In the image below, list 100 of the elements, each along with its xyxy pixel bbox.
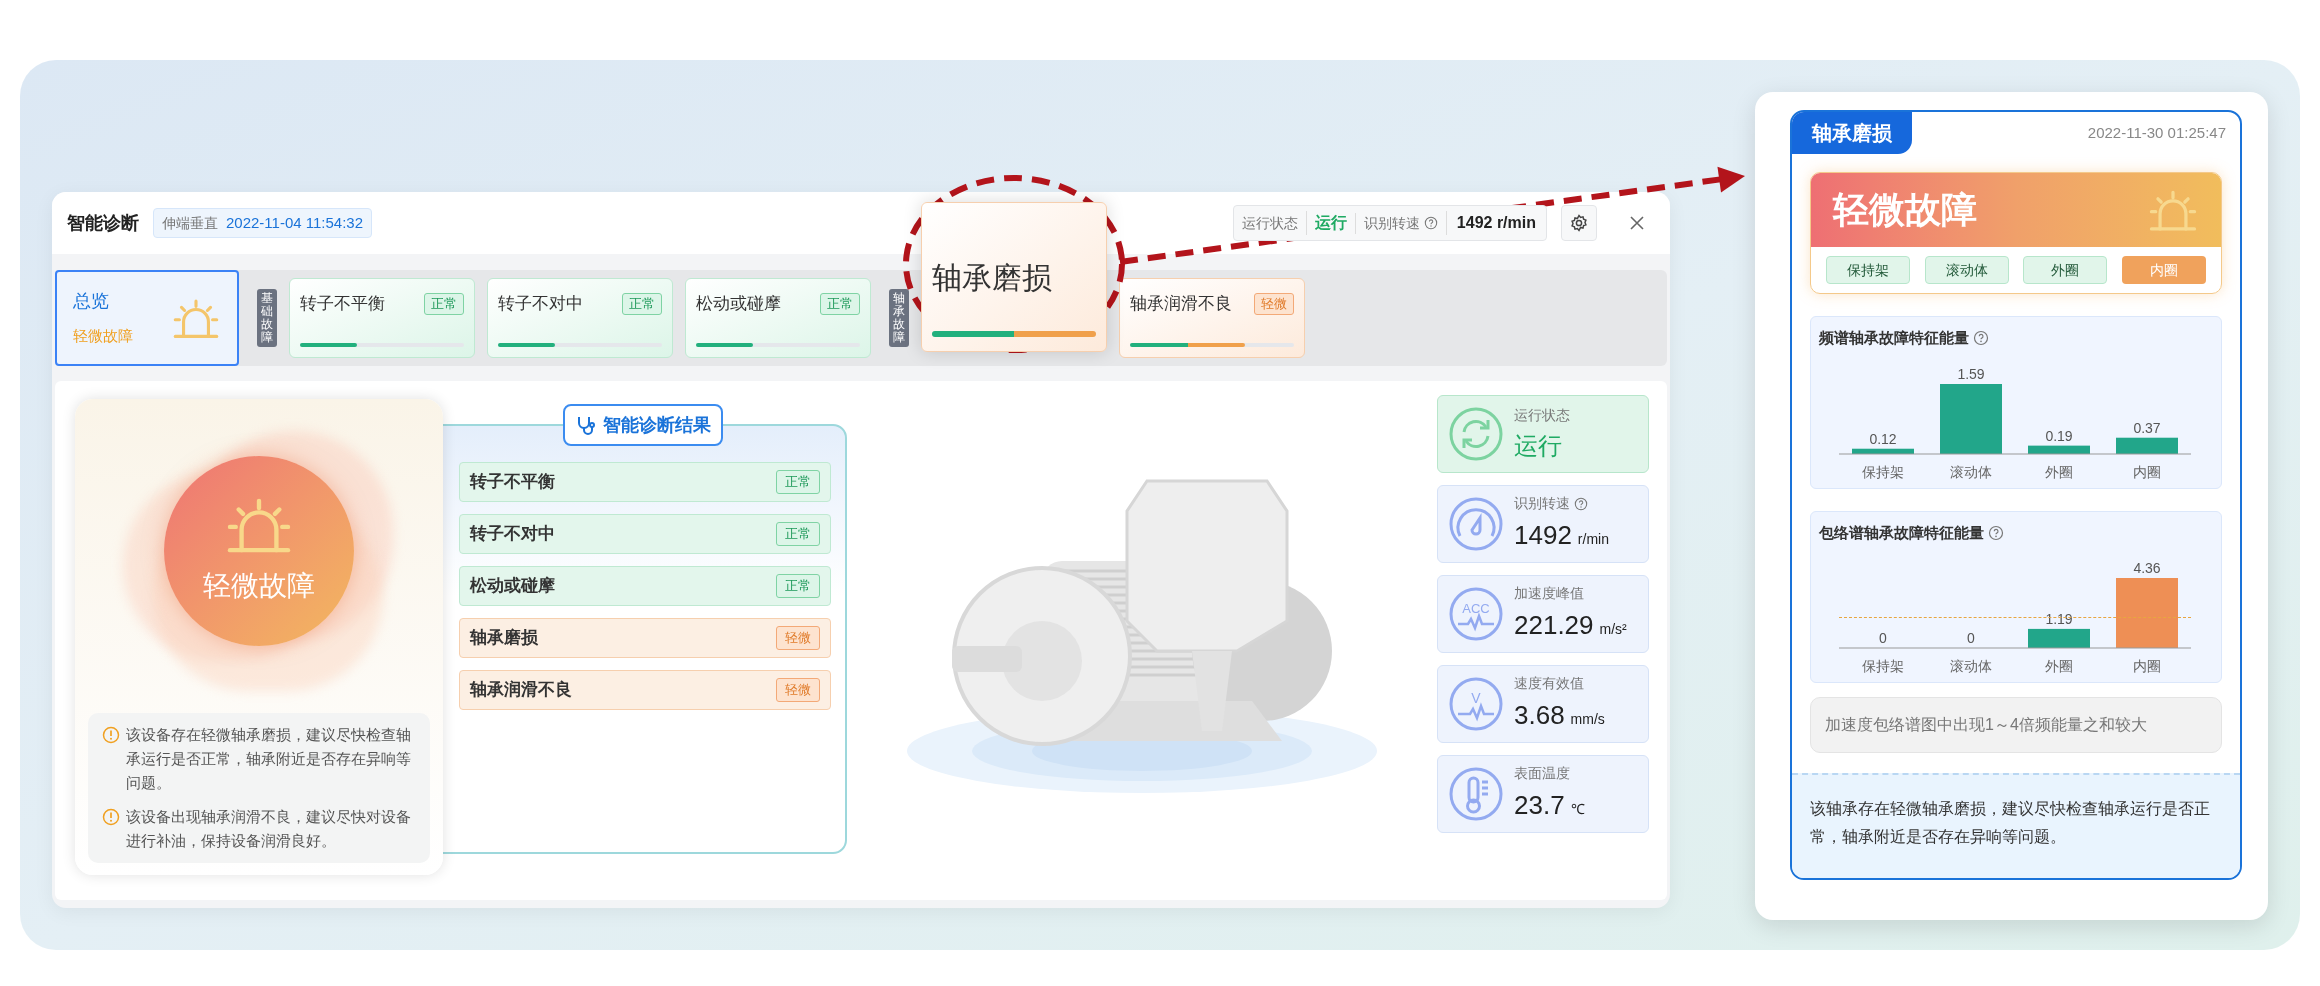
status-badge: 轻微 <box>776 626 820 650</box>
axis-label: 内圈 <box>2133 463 2161 480</box>
metric-unit: mm/s <box>1570 710 1605 729</box>
bar <box>1940 383 2002 454</box>
axis-label: 外圈 <box>2045 658 2073 674</box>
status-badge: 正常 <box>820 293 860 315</box>
banner-status: 轻微故障 <box>1833 188 1977 232</box>
fault-card-title: 转子不对中 <box>498 293 583 315</box>
axis-label: 保持架 <box>1862 658 1904 674</box>
bar-value-label: 1.59 <box>1957 365 1985 382</box>
part-chip: 滚动体 <box>1924 256 2009 284</box>
status-label: 运行状态 <box>1240 213 1299 233</box>
fault-card[interactable]: 转子不对中 正常 <box>487 278 673 358</box>
bar-value-label: 0 <box>1967 630 1975 646</box>
window-title: 智能诊断 <box>67 211 139 235</box>
metric-value: 1492 <box>1514 519 1572 552</box>
speed-value: 1492 r/min <box>1445 211 1546 235</box>
result-name: 转子不对中 <box>470 523 555 546</box>
bar-value-label: 1.19 <box>2045 610 2073 627</box>
part-chip: 外圈 <box>2023 256 2108 284</box>
group-label: 基础故障 <box>257 288 277 348</box>
metric-value: 运行 <box>1514 430 1562 461</box>
bar-value-label: 0.37 <box>2133 419 2161 436</box>
status-badge: 轻微 <box>776 678 820 702</box>
refresh-icon <box>1448 406 1504 462</box>
gear-icon <box>1569 213 1589 233</box>
finding-box: 加速度包络谱图中出现1～4倍频能量之和较大 <box>1810 697 2222 753</box>
result-name: 轴承磨损 <box>470 627 538 650</box>
overview-label: 总览 <box>73 290 110 314</box>
help-icon <box>1423 216 1438 230</box>
fault-card[interactable]: 转子不平衡 正常 <box>289 278 475 358</box>
axis-label: 保持架 <box>1862 463 1904 480</box>
waveform-icon: V <box>1448 676 1504 732</box>
tag-time: 2022-11-04 11:54:32 <box>226 212 364 233</box>
fault-card[interactable]: 轴承润滑不良 轻微 <box>1119 278 1305 358</box>
bar <box>1852 448 1914 454</box>
group-label: 轴承故障 <box>889 288 909 348</box>
chart-title: 包络谱轴承故障特征能量 <box>1819 522 1984 543</box>
bar <box>2028 445 2090 454</box>
speed-label: 识别转速 <box>1354 212 1424 234</box>
advice-text: 该轴承存在轻微轴承磨损，建议尽快检查轴承运行是否正常，轴承附近是否存在异响等问题。 <box>1810 799 2211 847</box>
part-chip: 保持架 <box>1826 256 1911 284</box>
axis-label: 内圈 <box>2133 658 2161 674</box>
axis-label: 外圈 <box>2045 463 2073 480</box>
bar <box>2116 578 2178 648</box>
status-badge: 轻微 <box>1254 293 1294 315</box>
status-badge: 正常 <box>776 470 820 494</box>
gauge-icon <box>1448 496 1504 552</box>
axis-label: 滚动体 <box>1950 658 1992 674</box>
result-name: 转子不平衡 <box>470 471 555 494</box>
note-text: 该设备存在轻微轴承磨损，建议尽快检查轴承运行是否正常，轴承附近是否存在异响等问题。 <box>126 725 412 793</box>
result-name: 松动或碰摩 <box>470 575 555 598</box>
settings-button[interactable] <box>1561 205 1597 241</box>
chart-title: 频谱轴承故障特征能量 <box>1819 328 1969 348</box>
bar <box>2028 628 2090 648</box>
metric-unit: ℃ <box>1570 800 1585 819</box>
close-icon <box>1628 214 1646 232</box>
warning-icon <box>102 726 120 744</box>
fault-card[interactable]: 松动或碰摩 正常 <box>685 278 871 358</box>
overview-card[interactable]: 总览 轻微故障 <box>55 270 239 366</box>
status-value: 运行 <box>1305 211 1355 235</box>
results-title: 智能诊断结果 <box>603 413 711 437</box>
bar <box>2116 437 2178 454</box>
metric-unit: m/s² <box>1599 620 1627 639</box>
status-badge: 正常 <box>622 293 662 315</box>
status-circle-text: 轻微故障 <box>203 568 315 603</box>
overview-status: 轻微故障 <box>73 326 133 347</box>
metric-label: 运行状态 <box>1514 405 1570 425</box>
fault-card[interactable]: 轴承磨损 <box>921 202 1107 352</box>
bar-value-label: 0.12 <box>1869 430 1897 447</box>
note-text: 该设备出现轴承润滑不良，建议尽快对设备进行补油，保持设备润滑良好。 <box>126 807 412 851</box>
metric-label: 表面温度 <box>1514 764 1570 783</box>
metric-unit: r/min <box>1577 530 1609 549</box>
bar-value-label: 4.36 <box>2133 560 2161 576</box>
fault-card-title: 轴承磨损 <box>932 260 1052 296</box>
stethoscope-icon <box>575 414 597 436</box>
metric-label: 加速度峰值 <box>1514 584 1584 603</box>
axis-label: 滚动体 <box>1950 463 1992 480</box>
fault-card-title: 轴承润滑不良 <box>1130 293 1232 315</box>
fault-card-title: 转子不平衡 <box>300 293 385 315</box>
bar-value-label: 0 <box>1879 630 1887 646</box>
status-badge: 正常 <box>776 574 820 598</box>
bar-value-label: 0.19 <box>2045 427 2073 444</box>
detail-time: 2022-11-30 01:25:47 <box>2087 122 2227 143</box>
tag-label: 伸端垂直 <box>162 213 218 233</box>
thermometer-icon <box>1448 766 1504 822</box>
status-badge: 正常 <box>776 522 820 546</box>
metric-label: 速度有效值 <box>1514 674 1584 693</box>
metric-value: 3.68 <box>1514 699 1565 732</box>
warning-icon <box>102 808 120 826</box>
metric-value: 23.7 <box>1514 789 1565 822</box>
help-icon <box>1988 524 2004 541</box>
waveform-icon: ACC <box>1448 586 1504 642</box>
help-icon <box>1973 330 1989 347</box>
part-chip: 内圈 <box>2121 256 2206 284</box>
result-name: 轴承润滑不良 <box>470 679 572 702</box>
fault-card-title: 松动或碰摩 <box>696 293 781 315</box>
metric-value: 221.29 <box>1514 609 1594 642</box>
status-badge: 正常 <box>424 293 464 315</box>
metric-label: 识别转速 <box>1514 494 1570 513</box>
